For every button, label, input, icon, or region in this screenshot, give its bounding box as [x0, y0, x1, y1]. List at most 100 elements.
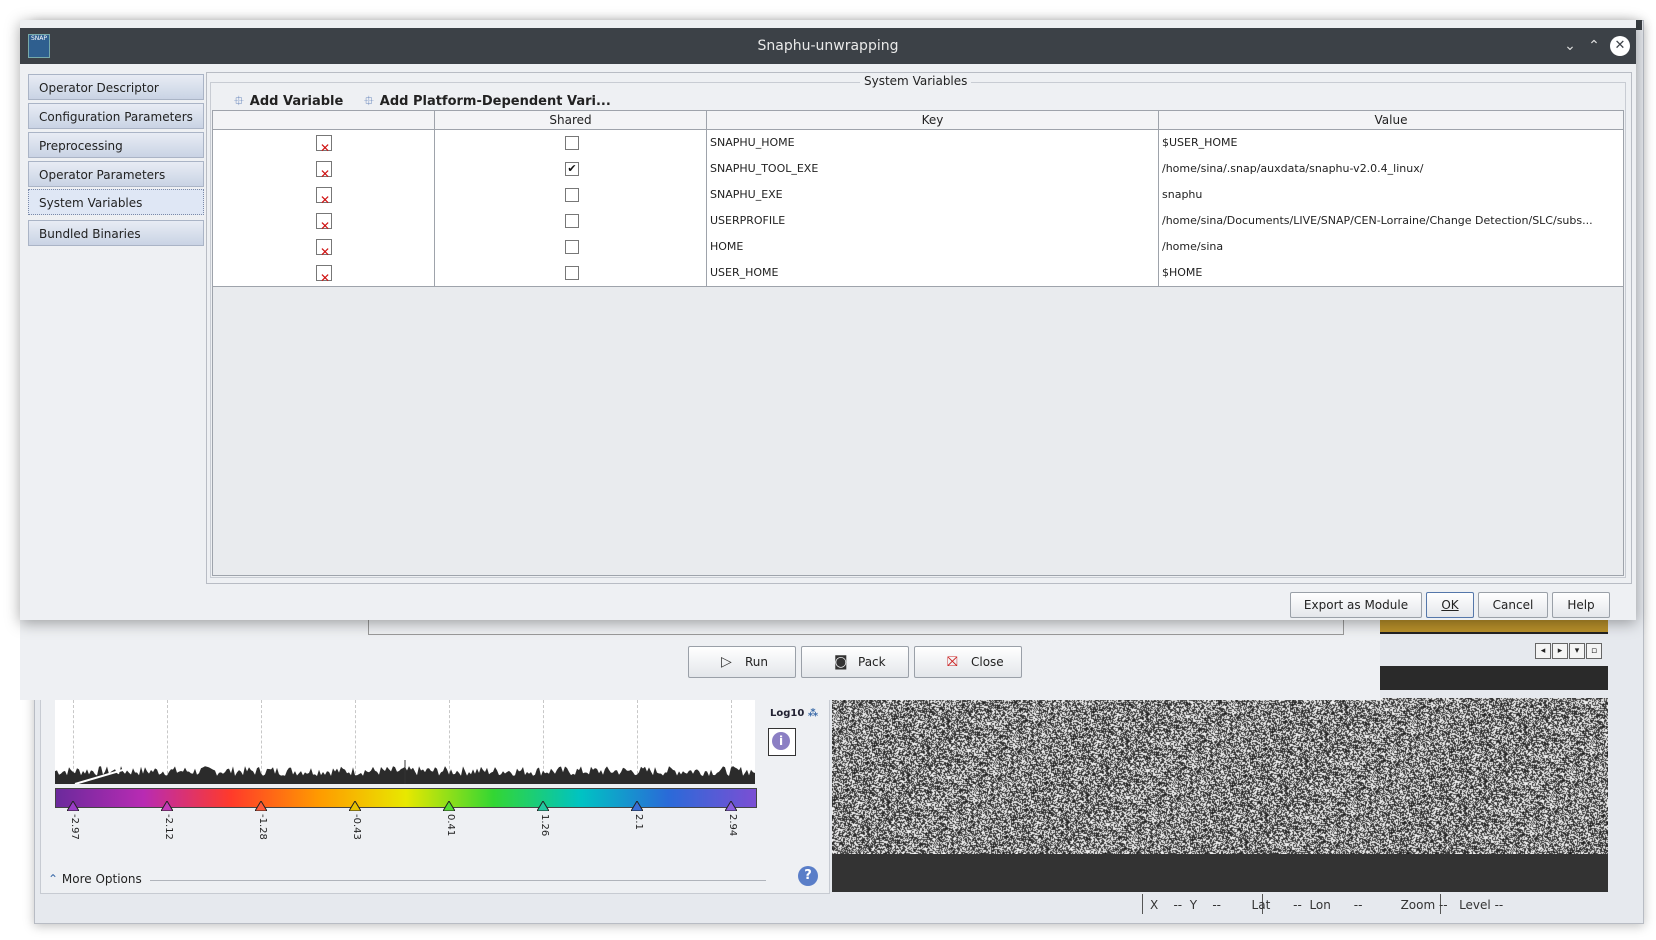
value-cell[interactable]: snaphu: [1159, 182, 1623, 208]
raster-image: [832, 698, 1608, 854]
info-button[interactable]: i: [768, 728, 796, 756]
shared-checkbox[interactable]: [565, 266, 579, 280]
image-header: [1378, 666, 1608, 690]
delete-row-icon[interactable]: [316, 161, 332, 182]
colour-slider-value: -2.12: [163, 814, 174, 840]
sidebar: Operator Descriptor Configuration Parame…: [28, 72, 206, 252]
delete-row-icon[interactable]: [316, 239, 332, 260]
status-separator: [1142, 894, 1143, 914]
column-header-shared[interactable]: Shared: [435, 111, 707, 129]
nav-right-icon[interactable]: ▸: [1552, 643, 1568, 659]
sidebar-item-bundled-binaries[interactable]: Bundled Binaries: [28, 220, 204, 246]
image-footer: [832, 854, 1608, 892]
help-icon[interactable]: ?: [798, 866, 818, 886]
key-cell[interactable]: SNAPHU_EXE: [707, 182, 1159, 208]
export-as-module-button[interactable]: Export as Module: [1290, 592, 1422, 618]
table-row[interactable]: HOME/home/sina: [213, 234, 1623, 261]
ok-button[interactable]: OK: [1426, 592, 1474, 618]
shared-checkbox[interactable]: ✔: [565, 162, 579, 176]
table-header: Shared Key Value: [213, 111, 1623, 130]
run-button[interactable]: ▷ Run: [688, 646, 796, 678]
key-cell[interactable]: HOME: [707, 234, 1159, 260]
shared-cell: [435, 130, 707, 156]
value-cell[interactable]: $HOME: [1159, 260, 1623, 286]
content-title: System Variables: [860, 74, 972, 88]
table-row[interactable]: USER_HOME$HOME: [213, 260, 1623, 287]
key-cell[interactable]: SNAPHU_TOOL_EXE: [707, 156, 1159, 182]
nav-dropdown-icon[interactable]: ▾: [1569, 643, 1585, 659]
nav-maximize-icon[interactable]: ▫: [1586, 643, 1602, 659]
info-icon: i: [772, 732, 790, 750]
value-cell[interactable]: /home/sina: [1159, 234, 1623, 260]
colour-slider-handle[interactable]: [536, 800, 550, 814]
key-cell[interactable]: USER_HOME: [707, 260, 1159, 286]
colour-slider-handle[interactable]: [66, 800, 80, 814]
close-button[interactable]: ⛝ Close: [914, 646, 1022, 678]
value-cell[interactable]: $USER_HOME: [1159, 130, 1623, 156]
delete-row-icon[interactable]: [316, 135, 332, 156]
chevron-up-icon: ⌃: [48, 872, 59, 886]
delete-row-icon[interactable]: [316, 187, 332, 208]
shared-cell: [435, 234, 707, 260]
value-cell[interactable]: /home/sina/.snap/auxdata/snaphu-v2.0.4_l…: [1159, 156, 1623, 182]
shared-cell: [435, 182, 707, 208]
cancel-button[interactable]: Cancel: [1478, 592, 1548, 618]
colour-slider-value: -2.97: [69, 814, 80, 840]
delete-row-icon[interactable]: [316, 265, 332, 286]
column-header-key[interactable]: Key: [707, 111, 1159, 129]
shared-checkbox[interactable]: [565, 136, 579, 150]
shared-cell: [435, 260, 707, 286]
delete-row-icon[interactable]: [316, 213, 332, 234]
shared-checkbox[interactable]: [565, 188, 579, 202]
dialog-title: Snaphu-unwrapping: [757, 38, 899, 54]
key-cell[interactable]: SNAPHU_HOME: [707, 130, 1159, 156]
colour-slider-handle[interactable]: [254, 800, 268, 814]
log10-toggle[interactable]: Log10 ⁂: [770, 708, 818, 719]
status-bar: X -- Y -- Lat -- Lon -- Zoom -- Level --: [1150, 898, 1504, 912]
door-exit-icon: ⛝: [947, 654, 958, 670]
sidebar-item-operator-parameters[interactable]: Operator Parameters: [28, 161, 204, 187]
minimize-icon[interactable]: ⌄: [1560, 36, 1580, 56]
colour-slider-value: 2.1: [633, 814, 644, 830]
delete-cell: [213, 156, 435, 182]
close-icon[interactable]: ✕: [1610, 36, 1630, 56]
image-overview-strip: [1380, 620, 1608, 634]
table-row[interactable]: ✔ SNAPHU_TOOL_EXE/home/sina/.snap/auxdata…: [213, 156, 1623, 183]
delete-cell: [213, 130, 435, 156]
nav-left-icon[interactable]: ◂: [1535, 643, 1551, 659]
colour-slider-handle[interactable]: [724, 800, 738, 814]
maximize-icon[interactable]: ⌃: [1584, 36, 1604, 56]
table-row[interactable]: SNAPHU_EXEsnaphu: [213, 182, 1623, 209]
sidebar-item-operator-descriptor[interactable]: Operator Descriptor: [28, 74, 204, 100]
shared-cell: [435, 208, 707, 234]
colour-slider-handle[interactable]: [442, 800, 456, 814]
colour-slider-handle[interactable]: [630, 800, 644, 814]
colour-slider-value: -1.28: [257, 814, 268, 840]
sidebar-item-configuration-parameters[interactable]: Configuration Parameters: [28, 103, 204, 129]
histogram-bars: [55, 760, 755, 784]
colour-slider-handle[interactable]: [348, 800, 362, 814]
colour-slider-handle[interactable]: [160, 800, 174, 814]
column-header-delete: [213, 111, 435, 129]
help-button[interactable]: Help: [1552, 592, 1610, 618]
play-icon: ▷: [721, 654, 732, 670]
divider: [150, 880, 766, 881]
shared-cell: ✔: [435, 156, 707, 182]
delete-cell: [213, 208, 435, 234]
plus-icon: ⯐: [364, 94, 374, 109]
sidebar-item-preprocessing[interactable]: Preprocessing: [28, 132, 204, 158]
key-cell[interactable]: USERPROFILE: [707, 208, 1159, 234]
table-row[interactable]: SNAPHU_HOME$USER_HOME: [213, 130, 1623, 157]
value-cell[interactable]: /home/sina/Documents/LIVE/SNAP/CEN-Lorra…: [1159, 208, 1623, 234]
dialog-titlebar[interactable]: SNAP Snaphu-unwrapping ⌄ ⌃ ✕: [20, 28, 1636, 64]
shared-checkbox[interactable]: [565, 214, 579, 228]
table-row[interactable]: USERPROFILE/home/sina/Documents/LIVE/SNA…: [213, 208, 1623, 235]
package-icon: ◙: [834, 654, 848, 670]
raster-image-view[interactable]: [832, 698, 1608, 854]
sidebar-item-system-variables[interactable]: System Variables: [28, 189, 204, 215]
colour-slider-value: 1.26: [539, 814, 550, 837]
more-options-toggle[interactable]: ⌃ More Options: [48, 872, 142, 886]
column-header-value[interactable]: Value: [1159, 111, 1623, 129]
pack-button[interactable]: ◙ Pack: [801, 646, 909, 678]
shared-checkbox[interactable]: [565, 240, 579, 254]
